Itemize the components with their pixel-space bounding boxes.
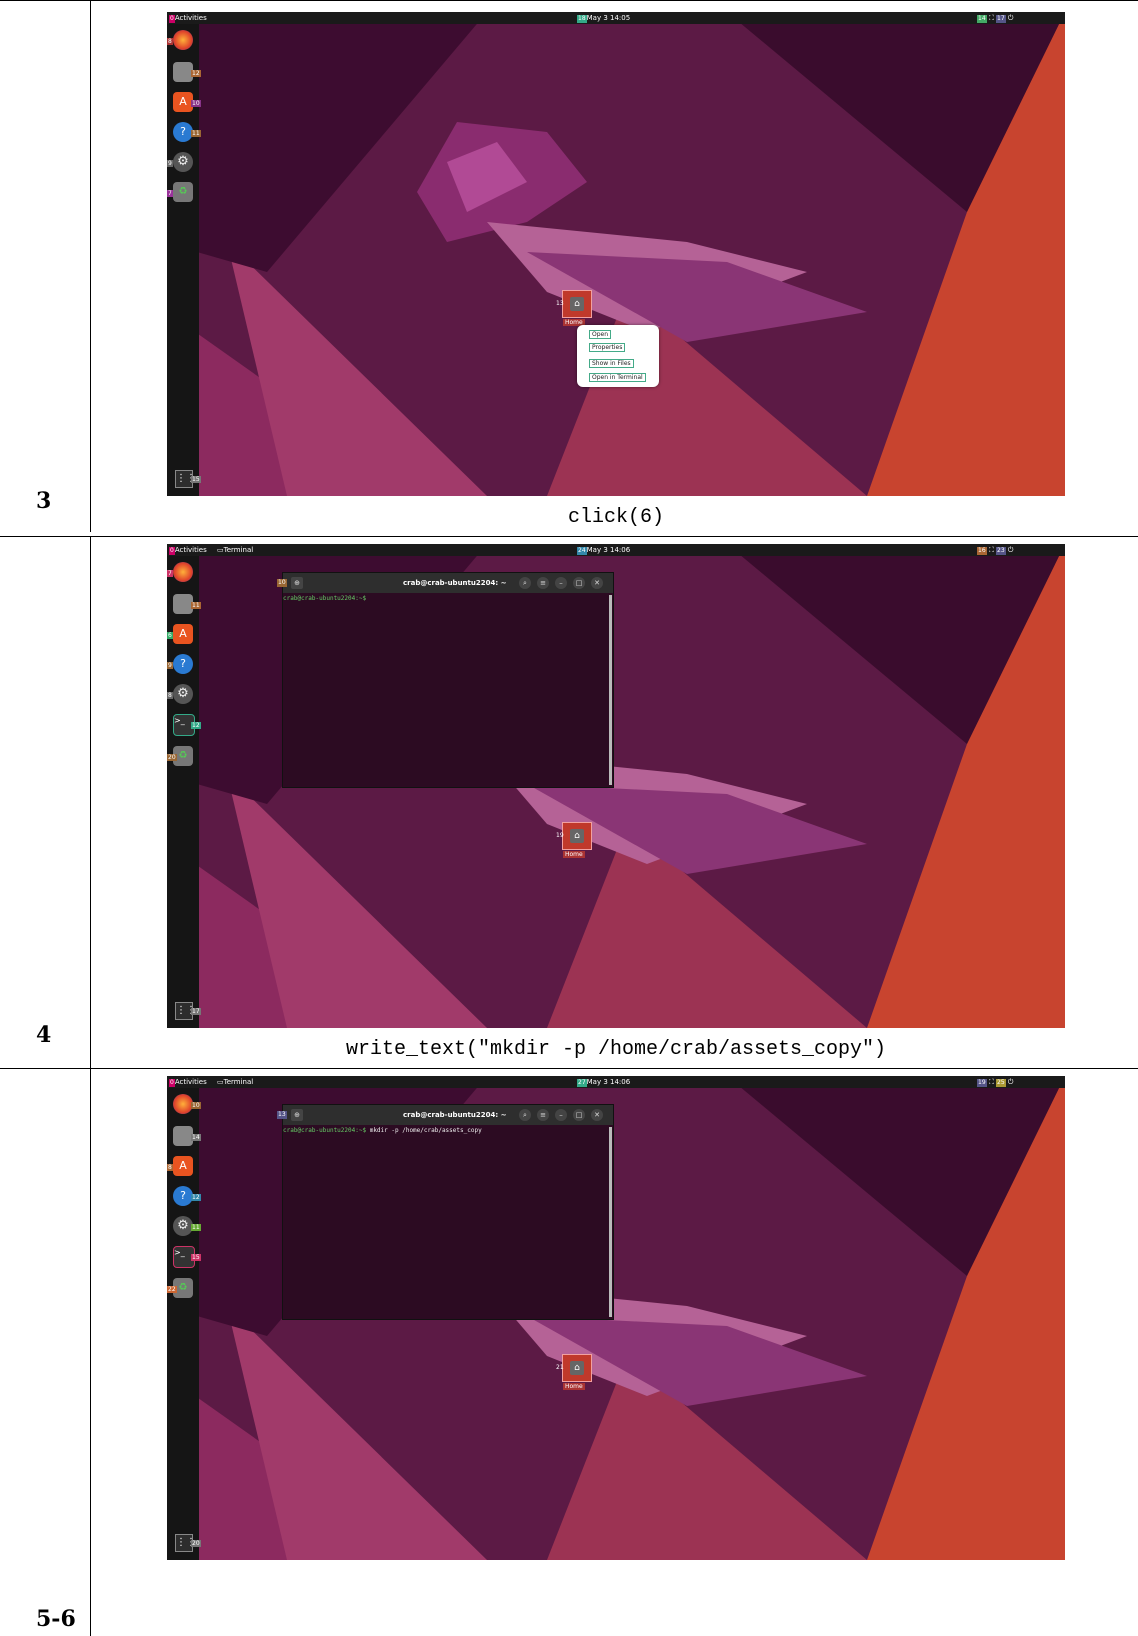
action-text: write_text("mkdir -p /home/crab/assets_c… <box>345 1038 887 1061</box>
terminal-headerbar: 13 ⊕ crab@crab-ubuntu2204: ~ ⌕ ≡ – □ ✕ <box>277 1105 613 1125</box>
system-menu[interactable]: 19 ⛶ 25 ⏻ <box>977 1077 1013 1087</box>
home-folder-icon[interactable]: ⌂ <box>562 822 592 850</box>
home-folder-label: Home <box>563 851 585 858</box>
terminal-headerbar: 10 ⊕ crab@crab-ubuntu2204: ~ ⌕ ≡ – □ ✕ <box>277 573 613 593</box>
home-folder-icon[interactable]: ⌂ <box>562 1354 592 1382</box>
activities-button[interactable]: 0Activities <box>169 13 207 23</box>
power-icon: ⏻ <box>1007 1078 1014 1086</box>
activities-button[interactable]: 0Activities <box>169 545 207 555</box>
dock: 7 11 A 6 ? 9 ⚙ 8 >_ 12 ♻ 20 ⋮⋮ 17 <box>167 556 201 1028</box>
power-icon: ⏻ <box>1007 546 1014 554</box>
step-number: 5-6 <box>36 1606 76 1632</box>
files-icon[interactable] <box>173 1126 193 1146</box>
maximize-button[interactable]: □ <box>573 577 585 589</box>
help-icon[interactable]: ? <box>173 654 193 674</box>
column-divider <box>90 1068 91 1636</box>
top-bar: 0Activities 18May 3 14:05 14 ⛶ 17 ⏻ <box>167 12 1065 24</box>
search-icon[interactable]: ⌕ <box>519 1109 531 1121</box>
dock: 8 12 A 10 ? 11 ⚙ 9 ♻ 7 ⋮⋮ 15 <box>167 24 201 496</box>
house-icon: ⌂ <box>570 297 584 311</box>
settings-icon[interactable]: ⚙ <box>173 684 193 704</box>
menu-icon[interactable]: ≡ <box>537 1109 549 1121</box>
software-icon[interactable]: A <box>173 1156 193 1176</box>
action-text: click(6) <box>567 506 664 529</box>
software-icon[interactable]: A <box>173 624 193 644</box>
activities-button[interactable]: 0Activities <box>169 1077 207 1087</box>
house-icon: ⌂ <box>570 1361 584 1375</box>
trash-icon[interactable]: ♻ <box>173 182 193 202</box>
terminal-window[interactable]: 10 ⊕ crab@crab-ubuntu2204: ~ ⌕ ≡ – □ ✕ c… <box>277 572 614 788</box>
clock[interactable]: 18May 3 14:05 <box>577 13 630 23</box>
network-icon: ⛶ <box>988 1078 994 1086</box>
row-border <box>0 1068 1138 1069</box>
terminal-title: crab@crab-ubuntu2204: ~ <box>403 579 507 587</box>
menu-icon[interactable]: ≡ <box>537 577 549 589</box>
house-icon: ⌂ <box>570 829 584 843</box>
minimize-button[interactable]: – <box>555 1109 567 1121</box>
row-top-border <box>0 0 1138 1</box>
firefox-icon[interactable] <box>173 30 193 50</box>
system-menu[interactable]: 16 ⛶ 23 ⏻ <box>977 545 1013 555</box>
terminal-scrollbar[interactable] <box>609 1127 612 1317</box>
column-divider <box>90 536 91 1068</box>
minimize-button[interactable]: – <box>555 577 567 589</box>
files-icon[interactable] <box>173 62 193 82</box>
network-icon: ⛶ <box>988 546 994 554</box>
home-folder-label: Home <box>563 1383 585 1390</box>
software-icon[interactable]: A <box>173 92 193 112</box>
clock[interactable]: 27May 3 14:06 <box>577 1077 630 1087</box>
screenshot-step-4: 0Activities ▭Terminal 24May 3 14:06 16 ⛶… <box>167 544 1065 1028</box>
new-tab-button[interactable]: ⊕ <box>291 577 303 589</box>
terminal-prompt-line[interactable]: crab@crab-ubuntu2204:~$ <box>283 595 366 602</box>
context-menu: Open Properties Show in Files Open in Te… <box>577 325 659 387</box>
files-icon[interactable] <box>173 594 193 614</box>
terminal-title: crab@crab-ubuntu2204: ~ <box>403 1111 507 1119</box>
system-menu[interactable]: 14 ⛶ 17 ⏻ <box>977 13 1013 23</box>
terminal-scrollbar[interactable] <box>609 595 612 785</box>
screenshot-step-5-6: 0Activities ▭Terminal 27May 3 14:06 19 ⛶… <box>167 1076 1065 1560</box>
new-tab-button[interactable]: ⊕ <box>291 1109 303 1121</box>
menu-properties[interactable]: Properties <box>589 343 626 352</box>
maximize-button[interactable]: □ <box>573 1109 585 1121</box>
top-bar: 0Activities ▭Terminal 24May 3 14:06 16 ⛶… <box>167 544 1065 556</box>
row-border <box>0 536 1138 537</box>
terminal-prompt-line[interactable]: crab@crab-ubuntu2204:~$ mkdir -p /home/c… <box>283 1127 482 1134</box>
menu-open-in-terminal[interactable]: Open in Terminal <box>589 373 646 382</box>
terminal-icon: ▭ <box>217 1078 224 1086</box>
column-divider <box>90 0 91 532</box>
help-icon[interactable]: ? <box>173 122 193 142</box>
menu-show-in-files[interactable]: Show in Files <box>589 359 634 368</box>
app-menu[interactable]: ▭Terminal <box>217 545 253 555</box>
firefox-icon[interactable] <box>173 562 193 582</box>
settings-icon[interactable]: ⚙ <box>173 152 193 172</box>
close-button[interactable]: ✕ <box>591 577 603 589</box>
clock[interactable]: 24May 3 14:06 <box>577 545 630 555</box>
terminal-window[interactable]: 13 ⊕ crab@crab-ubuntu2204: ~ ⌕ ≡ – □ ✕ c… <box>277 1104 614 1320</box>
home-folder-icon[interactable]: ⌂ <box>562 290 592 318</box>
close-button[interactable]: ✕ <box>591 1109 603 1121</box>
dock: 10 14 A 8 ? 12 ⚙ 11 >_ 15 ♻ 22 ⋮⋮ 20 <box>167 1088 201 1560</box>
search-icon[interactable]: ⌕ <box>519 577 531 589</box>
settings-icon[interactable]: ⚙ <box>173 1216 193 1236</box>
firefox-icon[interactable] <box>173 1094 193 1114</box>
step-number: 3 <box>36 488 52 514</box>
app-menu[interactable]: ▭Terminal <box>217 1077 253 1087</box>
top-bar: 0Activities ▭Terminal 27May 3 14:06 19 ⛶… <box>167 1076 1065 1088</box>
terminal-icon: ▭ <box>217 546 224 554</box>
help-icon[interactable]: ? <box>173 1186 193 1206</box>
step-number: 4 <box>36 1022 52 1048</box>
network-icon: ⛶ <box>988 14 994 22</box>
power-icon: ⏻ <box>1007 14 1014 22</box>
menu-open[interactable]: Open <box>589 330 612 339</box>
screenshot-step-3: 0Activities 18May 3 14:05 14 ⛶ 17 ⏻ 8 12… <box>167 12 1065 496</box>
wallpaper <box>167 12 1065 496</box>
